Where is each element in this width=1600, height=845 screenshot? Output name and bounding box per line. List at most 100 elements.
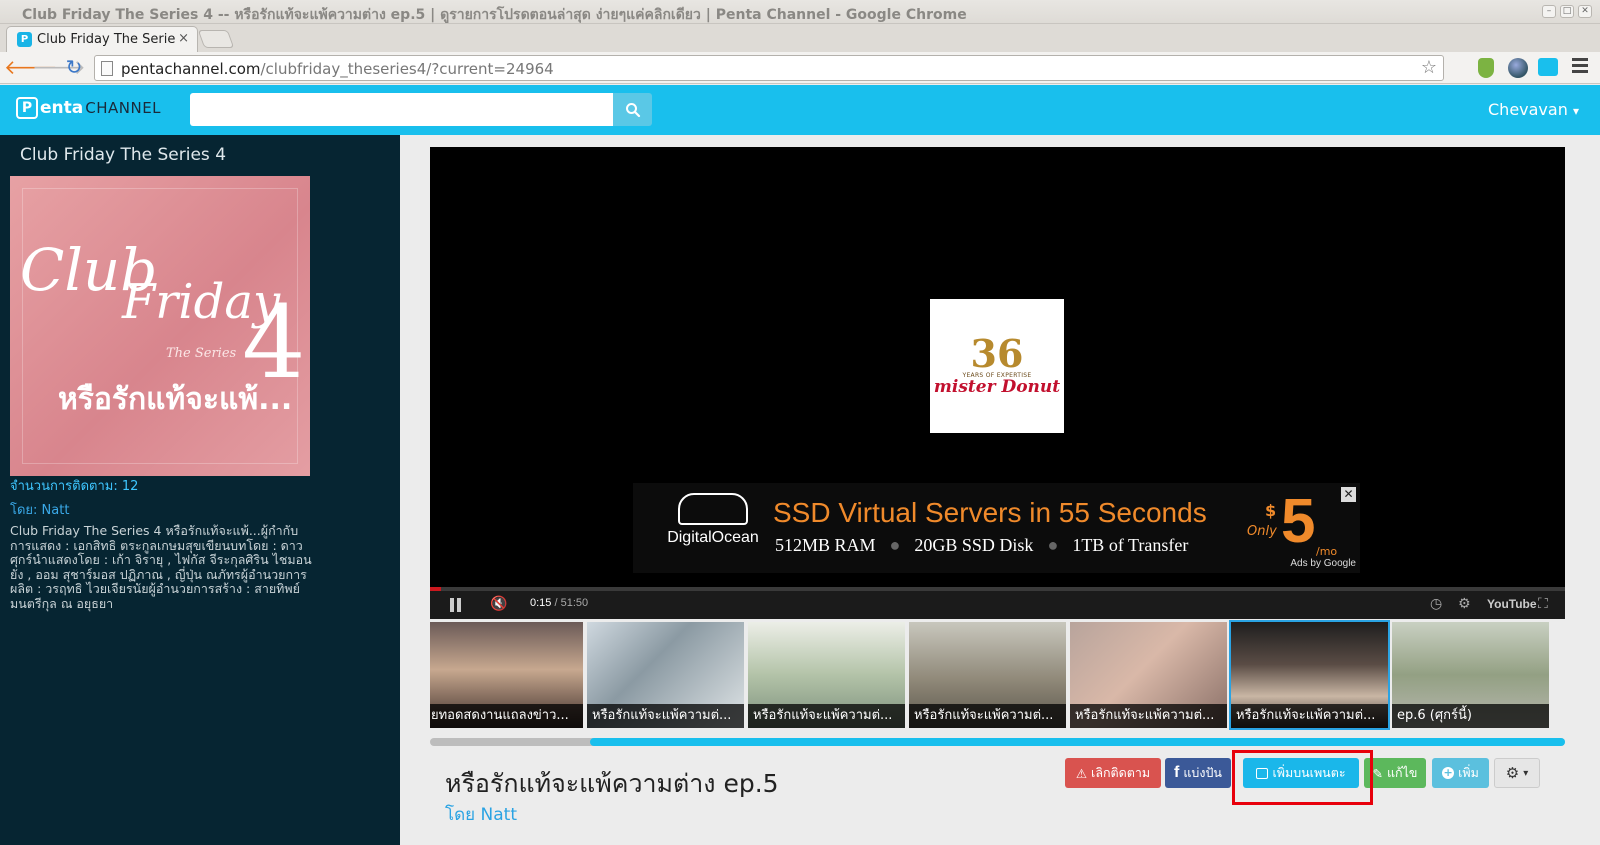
chevron-down-icon: ▾ bbox=[1523, 767, 1529, 779]
logo-channel-word: CHANNEL bbox=[85, 99, 162, 117]
watch-later-icon[interactable]: ◷ bbox=[1430, 596, 1442, 612]
cloud-icon bbox=[678, 493, 748, 525]
episode-caption: หรือรักแท้จะแพ้ความต่... bbox=[587, 704, 744, 728]
penta-logo[interactable]: P enta CHANNEL bbox=[16, 97, 161, 119]
browser-tab[interactable]: P Club Friday The Series × bbox=[6, 26, 198, 52]
pause-icon[interactable] bbox=[450, 597, 464, 612]
back-arrow-icon[interactable]: 🡐 bbox=[4, 56, 58, 80]
video-author-link[interactable]: โดย Natt bbox=[445, 801, 517, 828]
close-ad-icon[interactable]: ✕ bbox=[1341, 487, 1356, 502]
ad-brand-name: DigitalOcean bbox=[667, 529, 759, 546]
ad-price: 5 bbox=[1281, 487, 1316, 556]
url-text[interactable]: pentachannel.com/clubfriday_theseries4/?… bbox=[121, 60, 554, 78]
search-input[interactable] bbox=[190, 93, 613, 126]
penta-extension-icon[interactable] bbox=[1538, 58, 1558, 76]
episode-thumb[interactable]: หรือรักแท้จะแพ้ความต่... bbox=[1068, 620, 1229, 730]
episode-thumb[interactable]: หรือรักแท้จะแพ้ความต่... bbox=[585, 620, 746, 730]
follower-count: จำนวนการติดตาม: 12 bbox=[10, 479, 139, 494]
episode-thumb[interactable]: หรือรักแท้จะแพ้ความต่... bbox=[746, 620, 907, 730]
tab-strip: P Club Friday The Series × bbox=[0, 24, 1600, 52]
sponsor-number: 36 bbox=[970, 331, 1024, 376]
warning-icon: ⚠ bbox=[1075, 765, 1088, 781]
ad-only-label: Only bbox=[1247, 524, 1277, 539]
window-title: Club Friday The Series 4 -- หรือรักแท้จะ… bbox=[22, 7, 967, 23]
settings-gear-icon[interactable]: ⚙ bbox=[1458, 596, 1471, 612]
highlight-box bbox=[1232, 750, 1373, 805]
address-bar[interactable]: pentachannel.com/clubfriday_theseries4/?… bbox=[94, 55, 1444, 81]
tab-close-icon[interactable]: × bbox=[178, 31, 189, 46]
episode-thumb[interactable]: ยทอดสดงานแถลงข่าว... bbox=[430, 620, 585, 730]
video-player[interactable]: 36 YEARS OF EXPERTISE mister Donut Digit… bbox=[430, 147, 1565, 619]
unfollow-label: เลิกติดตาม bbox=[1091, 765, 1151, 780]
reload-icon[interactable]: ↻ bbox=[62, 56, 86, 80]
chevron-down-icon: ▾ bbox=[1572, 104, 1579, 118]
ad-dollar-sign: $ bbox=[1265, 501, 1277, 520]
carousel-scrollbar[interactable] bbox=[430, 738, 1565, 746]
edit-label: แก้ไข bbox=[1387, 765, 1418, 780]
ad-specs: 512MB RAM ● 20GB SSD Disk ● 1TB of Transfer bbox=[775, 535, 1189, 555]
episode-caption: หรือรักแท้จะแพ้ความต่... bbox=[1231, 704, 1388, 728]
ads-by-google[interactable]: Ads by Google bbox=[1290, 558, 1356, 569]
sponsor-brand: mister Donut bbox=[933, 377, 1061, 397]
penta-logo-mark: P bbox=[16, 97, 38, 119]
tab-label: Club Friday The Series bbox=[37, 32, 175, 47]
globe-extension-icon[interactable] bbox=[1508, 58, 1528, 78]
window-controls: – □ ✕ bbox=[1542, 5, 1592, 18]
maximize-icon[interactable]: □ bbox=[1560, 5, 1574, 18]
cover-thai-title: หรือรักแท้จะแพ้... bbox=[58, 382, 293, 417]
new-tab-button[interactable] bbox=[197, 30, 235, 48]
episode-thumb[interactable]: หรือรักแท้จะแพ้ความต่... bbox=[907, 620, 1068, 730]
add-more-button[interactable]: + เพิ่ม bbox=[1432, 758, 1489, 788]
pencil-icon: ✎ bbox=[1372, 765, 1383, 781]
fullscreen-icon[interactable]: ⛶ bbox=[1538, 596, 1548, 612]
user-name: Chevavan bbox=[1488, 100, 1568, 119]
ad-brand-logo: DigitalOcean bbox=[653, 493, 773, 547]
edit-button[interactable]: ✎ แก้ไข bbox=[1364, 758, 1426, 788]
user-menu[interactable]: Chevavan ▾ bbox=[1488, 100, 1579, 119]
video-title: หรือรักแท้จะแพ้ความต่าง ep.5 bbox=[445, 769, 779, 798]
series-cover-image[interactable]: Club Friday The Series 4 หรือรักแท้จะแพ้… bbox=[10, 176, 310, 476]
plus-circle-icon: + bbox=[1442, 766, 1455, 779]
minimize-icon[interactable]: – bbox=[1542, 5, 1556, 18]
ad-headline: SSD Virtual Servers in 55 Seconds bbox=[773, 497, 1207, 528]
chrome-menu-icon[interactable] bbox=[1572, 58, 1588, 76]
episode-thumb-current[interactable]: หรือรักแท้จะแพ้ความต่... bbox=[1229, 620, 1390, 730]
episode-caption: ยทอดสดงานแถลงข่าว... bbox=[430, 704, 583, 728]
unfollow-button[interactable]: ⚠ เลิกติดตาม bbox=[1065, 758, 1161, 788]
scrollbar-thumb[interactable] bbox=[590, 738, 1565, 746]
add-more-label: เพิ่ม bbox=[1458, 765, 1479, 780]
sponsor-logo: 36 YEARS OF EXPERTISE mister Donut bbox=[930, 299, 1064, 433]
android-extension-icon[interactable] bbox=[1478, 58, 1494, 78]
series-title: Club Friday The Series 4 bbox=[20, 145, 227, 165]
series-author-link[interactable]: โดย: Natt bbox=[10, 499, 69, 520]
ad-spec-disk: 20GB SSD Disk bbox=[914, 535, 1034, 555]
episode-caption: หรือรักแท้จะแพ้ความต่... bbox=[909, 704, 1066, 728]
facebook-share-button[interactable]: f แบ่งปัน bbox=[1165, 758, 1231, 788]
bookmark-star-icon[interactable]: ☆ bbox=[1421, 57, 1437, 78]
settings-dropdown-button[interactable]: ⚙ ▾ bbox=[1494, 758, 1540, 788]
episode-caption: หรือรักแท้จะแพ้ความต่... bbox=[748, 704, 905, 728]
logo-word: enta bbox=[40, 98, 84, 118]
episode-thumb[interactable]: ep.6 (ศุกร์นี้) bbox=[1390, 620, 1551, 730]
share-label: แบ่งปัน bbox=[1183, 765, 1222, 780]
forward-arrow-icon[interactable]: 🡒 bbox=[32, 56, 86, 80]
mute-icon[interactable]: 🔇 bbox=[490, 596, 507, 612]
ad-spec-transfer: 1TB of Transfer bbox=[1072, 535, 1189, 555]
episode-caption: หรือรักแท้จะแพ้ความต่... bbox=[1070, 704, 1227, 728]
series-description: Club Friday The Series 4 หรือรักแท้จะแพ้… bbox=[10, 523, 312, 611]
search-button[interactable] bbox=[613, 93, 652, 126]
facebook-icon: f bbox=[1174, 764, 1180, 781]
episode-carousel: ยทอดสดงานแถลงข่าว... หรือรักแท้จะแพ้ความ… bbox=[430, 620, 1565, 730]
search-icon bbox=[625, 102, 640, 117]
browser-toolbar: 🡐 🡒 ↻ pentachannel.com/clubfriday_theser… bbox=[0, 52, 1600, 84]
gear-icon: ⚙ bbox=[1505, 764, 1520, 782]
player-controls: 🔇 0:15 / 51:50 ◷ ⚙ YouTube ⛶ bbox=[430, 591, 1565, 619]
overlay-ad[interactable]: DigitalOcean SSD Virtual Servers in 55 S… bbox=[633, 483, 1360, 573]
episode-caption: ep.6 (ศุกร์นี้) bbox=[1392, 704, 1549, 728]
window-titlebar: Club Friday The Series 4 -- หรือรักแท้จะ… bbox=[0, 0, 1600, 24]
close-window-icon[interactable]: ✕ bbox=[1578, 5, 1592, 18]
cover-the-series-text: The Series bbox=[166, 346, 237, 361]
youtube-logo[interactable]: YouTube bbox=[1487, 597, 1537, 611]
ad-spec-ram: 512MB RAM bbox=[775, 535, 876, 555]
series-sidebar: Club Friday The Series 4 Club Friday The… bbox=[0, 135, 400, 845]
